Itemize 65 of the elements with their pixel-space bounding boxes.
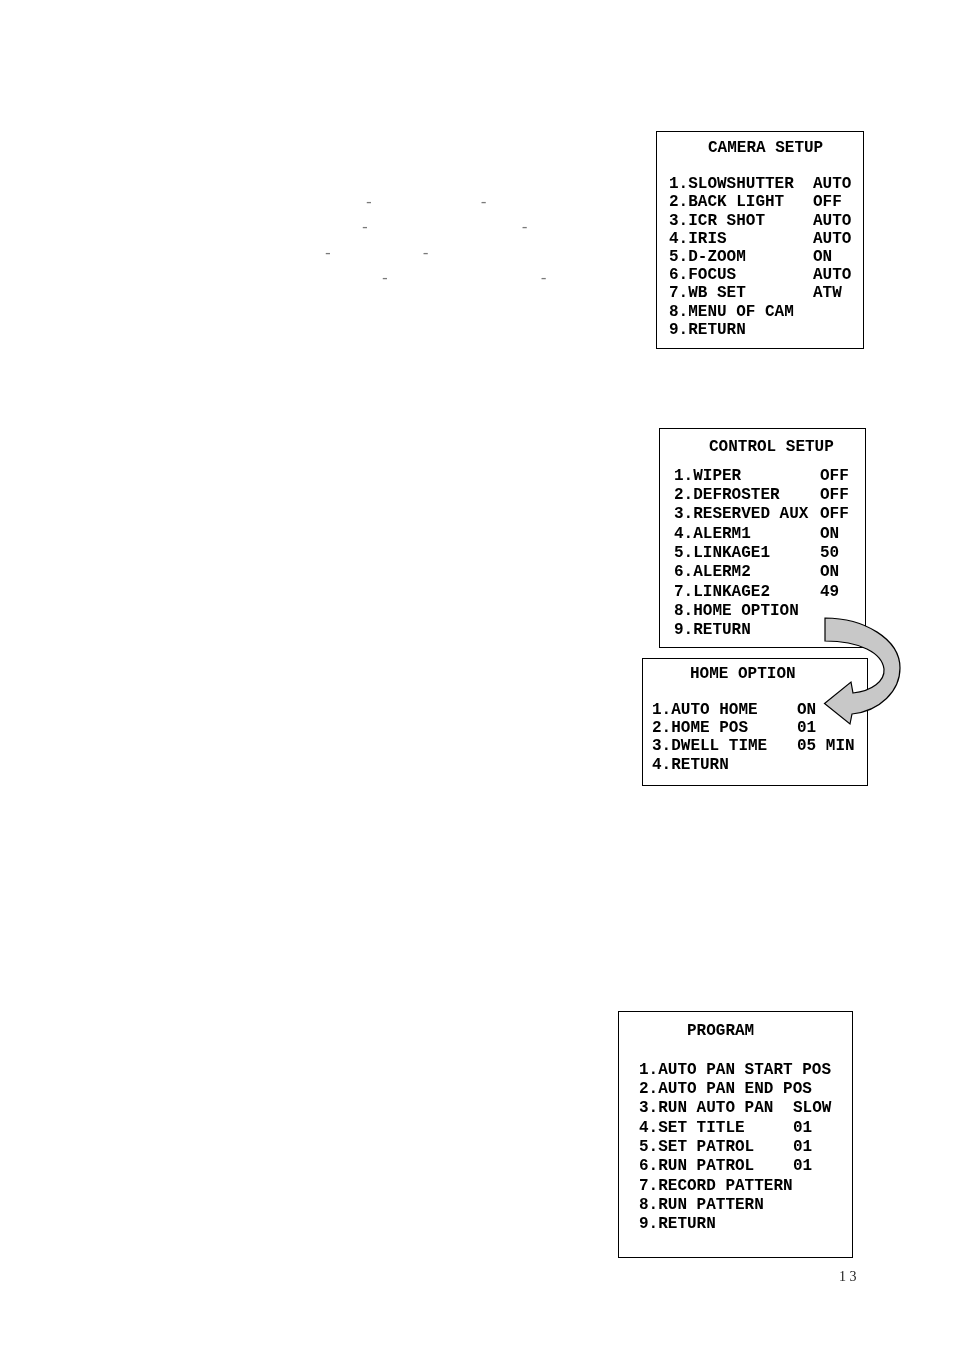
menu-item-label: 9.RETURN xyxy=(669,320,747,340)
menu-item-value: 01 xyxy=(793,1118,814,1138)
menu-item-value: AUTO xyxy=(813,175,853,194)
menu-item-label: 4.IRIS xyxy=(669,229,728,248)
menu-item-label: 2.BACK LIGHT xyxy=(669,193,786,212)
menu-item-label: 1.SLOWSHUTTER xyxy=(669,175,795,194)
dash-mark: - xyxy=(422,241,429,264)
menu-item-label: 3.RUN AUTO PAN xyxy=(639,1099,775,1119)
menu-item-label: 1.AUTO PAN START POS xyxy=(639,1060,833,1081)
dash-mark: - xyxy=(540,266,547,289)
menu-item-label: 9.RETURN xyxy=(674,621,752,641)
menu-item-value: AUTO xyxy=(813,266,853,285)
menu-item-value: 05 MIN xyxy=(797,737,856,756)
menu-item-value: 01 xyxy=(793,1157,814,1177)
menu-item-value: AUTO xyxy=(813,211,853,230)
menu-item-label: 7.LINKAGE2 xyxy=(674,582,771,602)
menu-item-value: 01 xyxy=(793,1138,814,1158)
menu-item-label: 6.ALERM2 xyxy=(674,563,752,583)
menu-item-value: OFF xyxy=(820,505,850,525)
menu-item-label: 5.LINKAGE1 xyxy=(674,544,771,564)
dash-mark: - xyxy=(325,241,331,264)
menu-item-label: 5.D-ZOOM xyxy=(669,248,747,267)
menu-item-label: 8.HOME OPTION xyxy=(674,601,800,622)
menu-item-value: SLOW xyxy=(793,1099,833,1119)
menu-item-label: 2.DEFROSTER xyxy=(674,486,781,506)
menu-item-label: 8.MENU OF CAM xyxy=(669,302,795,321)
menu-item-label: 4.SET TITLE xyxy=(639,1118,746,1138)
menu-title: PROGRAM xyxy=(687,1022,755,1042)
menu-item-value: OFF xyxy=(813,193,843,212)
menu-item-label: 9.RETURN xyxy=(639,1215,717,1235)
menu-item-label: 1.AUTO HOME xyxy=(652,700,759,720)
menu-item-label: 2.AUTO PAN END POS xyxy=(639,1080,813,1100)
menu-title: HOME OPTION xyxy=(690,665,796,684)
menu-item-label: 1.WIPER xyxy=(674,466,743,487)
menu-item-label: 4.ALERM1 xyxy=(674,524,752,544)
menu-item-value: ON xyxy=(820,563,841,583)
menu-item-value: OFF xyxy=(820,466,850,487)
dash-mark: - xyxy=(382,266,388,289)
menu-item-value: 01 xyxy=(797,719,818,738)
menu-item-label: 3.DWELL TIME xyxy=(652,737,769,756)
menu-item-value: ON xyxy=(820,524,841,544)
menu-item-label: 2.HOME POS xyxy=(652,719,749,738)
menu-item-value: 50 xyxy=(820,544,841,564)
menu-item-label: 5.SET PATROL xyxy=(639,1138,756,1158)
page-number: 1 3 xyxy=(839,1269,857,1285)
menu-item-label: 3.ICR SHOT xyxy=(669,211,766,230)
dash-mark: - xyxy=(362,216,368,239)
menu-item-value: OFF xyxy=(820,486,850,506)
menu-title: CONTROL SETUP xyxy=(709,438,834,458)
menu-item-label: 7.RECORD PATTERN xyxy=(639,1176,794,1196)
dash-mark: - xyxy=(521,216,528,239)
menu-item-label: 3.RESERVED AUX xyxy=(674,505,810,525)
menu-item-value: 49 xyxy=(820,582,841,602)
menu-item-label: 6.FOCUS xyxy=(669,266,738,285)
menu-item-label: 7.WB SET xyxy=(669,284,747,303)
dash-mark: - xyxy=(480,191,487,213)
menu-title: CAMERA SETUP xyxy=(708,139,824,158)
menu-item-value: AUTO xyxy=(813,229,853,248)
menu-item-label: 4.RETURN xyxy=(652,755,730,774)
menu-item-value: ATW xyxy=(813,284,843,303)
menu-item-value: ON xyxy=(797,700,818,720)
menu-item-value: ON xyxy=(813,248,834,267)
dash-mark: - xyxy=(366,191,372,213)
menu-item-label: 8.RUN PATTERN xyxy=(639,1195,765,1216)
menu-item-label: 6.RUN PATROL xyxy=(639,1157,756,1177)
